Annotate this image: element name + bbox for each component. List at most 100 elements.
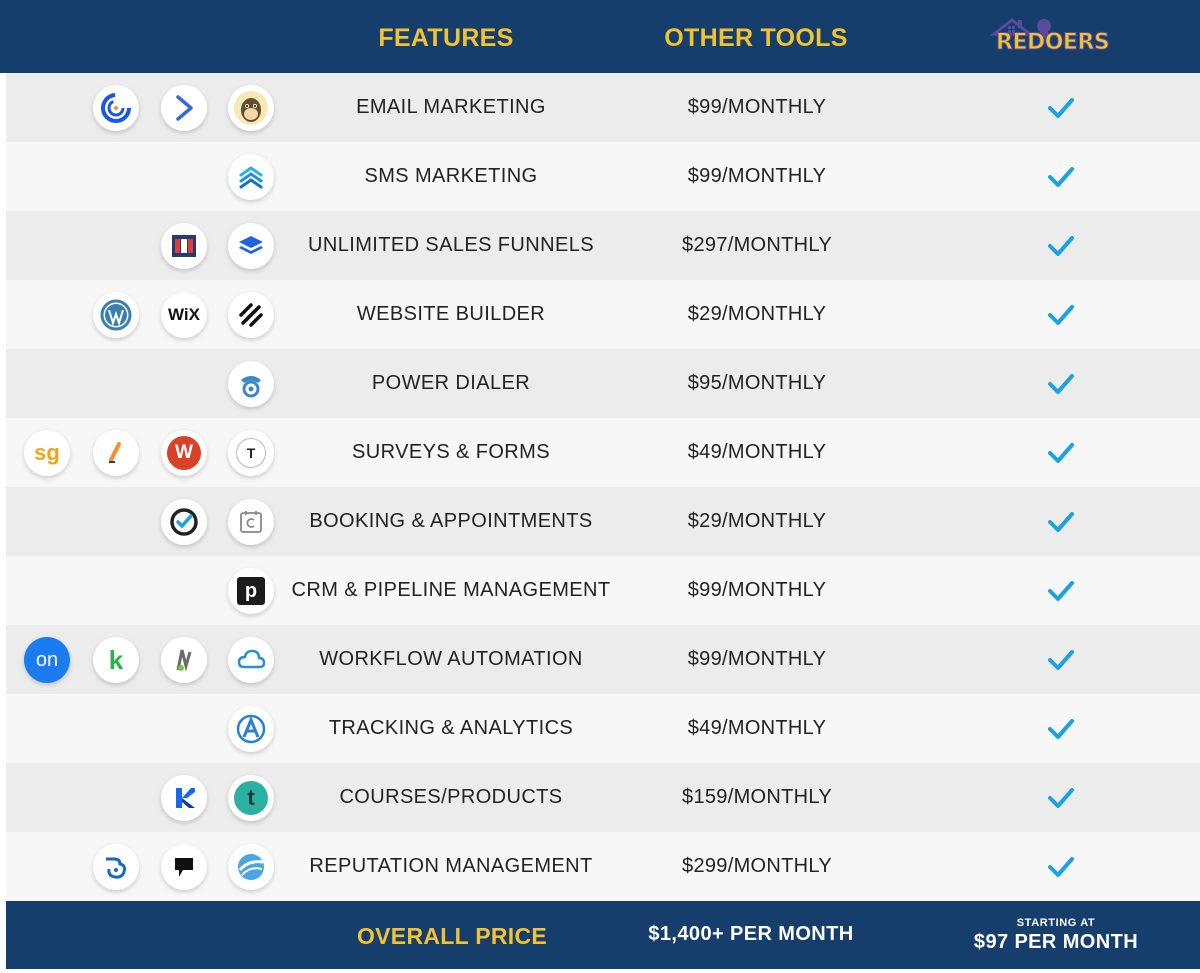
feature-name: SURVEYS & FORMS	[352, 441, 550, 463]
typeform-icon: T	[228, 430, 274, 476]
tool-price: $95/MONTHLY	[687, 372, 827, 394]
table-row: REPUTATION MANAGEMENT $299/MONTHLY	[6, 832, 1200, 901]
birdeye-icon	[93, 844, 139, 890]
tool-icons: T W sg	[6, 418, 286, 487]
table-row: EMAIL MARKETING $99/MONTHLY	[6, 73, 1200, 142]
constant-contact-icon	[93, 85, 139, 131]
tool-icons: WiX	[6, 280, 286, 349]
feature-name: REPUTATION MANAGEMENT	[309, 855, 593, 877]
tool-price: $99/MONTHLY	[687, 579, 827, 601]
mailchimp-icon	[228, 85, 274, 131]
check-icon	[1048, 374, 1074, 394]
table-row: T W sg SURVEYS & FORMS $49/MONTHLY	[6, 418, 1200, 487]
starting-at-label: STARTING AT	[1016, 917, 1096, 929]
pipedrive-badge: p	[237, 577, 265, 605]
check-icon	[1048, 236, 1074, 256]
typeform-badge: T	[236, 438, 266, 468]
integromat-icon	[161, 637, 207, 683]
tool-price: $299/MONTHLY	[682, 855, 832, 877]
check-icon	[1048, 788, 1074, 808]
jotform-icon	[93, 430, 139, 476]
table-row: WiX WEBSITE BUILDER $29/MONTHLY	[6, 280, 1200, 349]
teachable-badge: t	[234, 781, 268, 815]
wordpress-icon	[93, 292, 139, 338]
podium-icon	[161, 844, 207, 890]
check-icon	[1048, 443, 1074, 463]
tool-price: $99/MONTHLY	[687, 96, 827, 118]
comparison-table: EMAIL MARKETING $99/MONTHLY SMS MARKETIN…	[6, 73, 1200, 901]
feature-name: BOOKING & APPOINTMENTS	[309, 510, 593, 532]
ontraport-label: on	[35, 648, 59, 671]
brand-doers: DOERS	[1026, 30, 1110, 56]
feature-name: UNLIMITED SALES FUNNELS	[308, 234, 594, 256]
acuity-icon	[228, 499, 274, 545]
check-icon	[1048, 512, 1074, 532]
feature-name: SMS MARKETING	[364, 165, 538, 187]
tool-icons	[6, 211, 286, 280]
activecampaign-icon	[161, 85, 207, 131]
feature-name: TRACKING & ANALYTICS	[328, 717, 574, 739]
calendly-icon	[161, 499, 207, 545]
dialer-icon	[228, 361, 274, 407]
tool-price: $297/MONTHLY	[682, 234, 832, 256]
redoers-logo: REDOERS	[988, 14, 1128, 62]
tool-icons: k on	[6, 625, 286, 694]
pipedrive-label: p	[244, 579, 258, 602]
ontraport-icon: on	[24, 637, 70, 683]
wufoo-badge: W	[167, 436, 201, 470]
check-icon	[1048, 650, 1074, 670]
surveygizmo-label: sg	[34, 440, 60, 465]
table-header: FEATURES OTHER TOOLS REDOERS	[0, 0, 1200, 73]
cloud-icon	[228, 637, 274, 683]
tool-icons	[6, 694, 286, 763]
table-row: k on WORKFLOW AUTOMATION $99/MONTHLY	[6, 625, 1200, 694]
tool-icons	[6, 142, 286, 211]
check-icon	[1048, 98, 1074, 118]
reputation-icon	[228, 844, 274, 890]
starting-price: $97 PER MONTH	[973, 931, 1139, 953]
check-icon	[1048, 581, 1074, 601]
keap-icon: k	[93, 637, 139, 683]
feature-name: WEBSITE BUILDER	[356, 303, 546, 325]
overall-price-label: OVERALL PRICE	[356, 923, 548, 949]
squarespace-icon	[228, 292, 274, 338]
check-icon	[1048, 857, 1074, 877]
tool-icons	[6, 487, 286, 556]
pipedrive-icon: p	[228, 568, 274, 614]
check-icon	[1048, 305, 1074, 325]
layers-icon	[228, 223, 274, 269]
tool-price: $49/MONTHLY	[687, 717, 827, 739]
typeform-label: T	[246, 445, 256, 461]
table-row: POWER DIALER $95/MONTHLY	[6, 349, 1200, 418]
wix-label: WiX	[168, 305, 200, 324]
feature-name: COURSES/PRODUCTS	[339, 786, 563, 808]
tool-price: $99/MONTHLY	[687, 648, 827, 670]
feature-name: POWER DIALER	[371, 372, 531, 394]
check-icon	[1048, 719, 1074, 739]
tool-price: $29/MONTHLY	[687, 510, 827, 532]
tool-icons	[6, 832, 286, 901]
teachable-icon: t	[228, 775, 274, 821]
feature-name: WORKFLOW AUTOMATION	[319, 648, 583, 670]
kajabi-icon	[161, 775, 207, 821]
tool-icons	[6, 349, 286, 418]
surveygizmo-icon: sg	[24, 430, 70, 476]
clickfunnels-icon	[161, 223, 207, 269]
tool-price: $99/MONTHLY	[687, 165, 827, 187]
table-row: TRACKING & ANALYTICS $49/MONTHLY	[6, 694, 1200, 763]
other-tools-total: $1,400+ PER MONTH	[648, 923, 854, 945]
analytics-icon	[228, 706, 274, 752]
header-other-tools: OTHER TOOLS	[664, 24, 848, 52]
tool-icons	[6, 73, 286, 142]
table-row: p CRM & PIPELINE MANAGEMENT $99/MONTHLY	[6, 556, 1200, 625]
table-row: BOOKING & APPOINTMENTS $29/MONTHLY	[6, 487, 1200, 556]
tool-icons: t	[6, 763, 286, 832]
feature-name: EMAIL MARKETING	[356, 96, 546, 118]
tool-price: $29/MONTHLY	[687, 303, 827, 325]
table-row: t COURSES/PRODUCTS $159/MONTHLY	[6, 763, 1200, 832]
tool-icons: p	[6, 556, 286, 625]
brand-re: RE	[996, 30, 1028, 56]
feature-name: CRM & PIPELINE MANAGEMENT	[291, 579, 611, 601]
brand-name: REDOERS	[996, 30, 1111, 56]
teachable-label: t	[247, 785, 255, 810]
